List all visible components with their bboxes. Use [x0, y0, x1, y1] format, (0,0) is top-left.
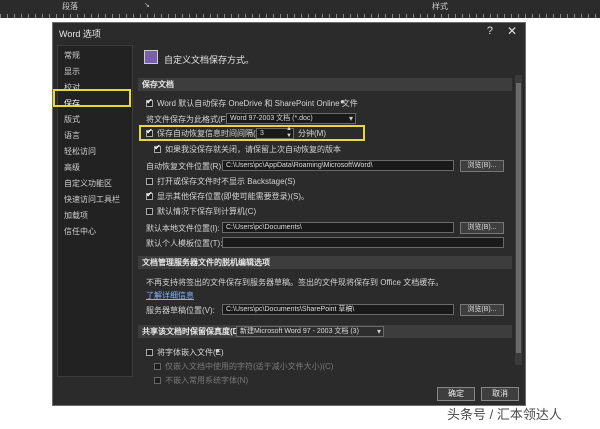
keep-last-version-label: 如果我没保存就关闭，请保留上次自动恢复的版本	[165, 145, 341, 154]
embed-used-only-label: 仅嵌入文档中使用的字符(适于减小文件大小)(C)	[165, 362, 334, 371]
section-header-save-docs: 保存文档	[138, 78, 512, 91]
page-heading: 自定义文档保存方式。	[164, 55, 255, 65]
drafts-location-label: 服务器草稿位置(V):	[146, 306, 215, 315]
sidebar-item-advanced[interactable]: 高级	[64, 162, 80, 173]
template-location-label: 默认个人模板位置(T):	[146, 239, 223, 248]
embed-fonts-label: 将字体嵌入文件(E)	[157, 348, 224, 357]
local-location-label: 默认本地文件位置(I):	[146, 224, 220, 233]
dialog-title: Word 选项	[59, 29, 101, 39]
question-icon[interactable]: ?	[487, 25, 493, 37]
scroll-thumb[interactable]	[516, 83, 521, 353]
dialog-launcher-icon[interactable]: ↘	[144, 1, 150, 9]
autorecover-label: 保存自动恢复信息时间间隔(A)	[157, 129, 264, 138]
content-scrollbar[interactable]	[515, 75, 522, 365]
no-backstage-checkbox[interactable]	[146, 178, 153, 185]
dialog-titlebar: Word 选项 ? ✕	[53, 23, 525, 41]
autosave-label: Word 默认自动保存 OneDrive 和 SharePoint Online…	[157, 99, 358, 108]
embed-fonts-checkbox[interactable]	[146, 349, 153, 356]
ribbon-group-paragraph: 段落	[62, 2, 78, 11]
watermark: 头条号 / 汇本领达人	[447, 407, 562, 422]
info-icon-embed: ●	[215, 346, 220, 355]
template-location-input[interactable]	[222, 237, 504, 248]
word-ribbon: 段落 ↘ 样式	[0, 0, 600, 14]
format-select[interactable]: Word 97-2003 文档 (*.doc)	[226, 113, 356, 124]
ok-button[interactable]: 确定	[437, 387, 475, 401]
format-label: 将文件保存为此格式(F):	[146, 115, 231, 124]
sidebar-item-language[interactable]: 语言	[64, 130, 80, 141]
minutes-label: 分钟(M)	[298, 129, 326, 138]
section-header-offline: 文档管理服务器文件的脱机编辑选项	[138, 256, 512, 269]
show-more-locations-checkbox[interactable]	[146, 190, 153, 200]
sidebar-item-general[interactable]: 常规	[64, 50, 80, 61]
sidebar-item-accessibility[interactable]: 轻松访问	[64, 146, 96, 157]
autosave-checkbox[interactable]	[146, 97, 153, 107]
no-common-fonts-checkbox[interactable]	[154, 377, 161, 384]
cancel-button[interactable]: 取消	[481, 387, 519, 401]
default-save-pc-label: 默认情况下保存到计算机(C)	[157, 207, 257, 216]
sidebar-item-trust-center[interactable]: 信任中心	[64, 226, 96, 237]
sidebar-item-customize-ribbon[interactable]: 自定义功能区	[64, 178, 112, 189]
ribbon-group-styles: 样式	[432, 2, 448, 11]
learn-more-link[interactable]: 了解详细信息	[146, 290, 194, 301]
ruler	[0, 14, 600, 18]
embed-used-only-checkbox[interactable]	[154, 363, 161, 370]
fidelity-doc-select[interactable]: 新建Microsoft Word 97 - 2003 文档 (3)	[236, 326, 384, 337]
sidebar-item-layout[interactable]: 版式	[64, 114, 80, 125]
sidebar-item-display[interactable]: 显示	[64, 66, 80, 77]
save-icon	[144, 50, 158, 64]
recover-location-label: 自动恢复文件位置(R):	[146, 162, 224, 171]
highlight-box-save	[53, 89, 131, 107]
autorecover-checkbox[interactable]	[146, 127, 153, 137]
no-common-fonts-label: 不嵌入常用系统字体(N)	[165, 376, 249, 385]
no-backstage-label: 打开或保存文件时不显示 Backstage(S)	[157, 177, 296, 186]
default-save-pc-checkbox[interactable]	[146, 208, 153, 215]
show-more-locations-label: 显示其他保存位置(即使可能需要登录)(S)。	[157, 192, 309, 201]
local-location-input[interactable]: C:\Users\pc\Documents\	[222, 222, 454, 233]
drafts-location-input[interactable]: C:\Users\pc\Documents\SharePoint 草稿\	[222, 304, 454, 315]
sidebar-item-addins[interactable]: 加载项	[64, 210, 88, 221]
sidebar-item-quick-access[interactable]: 快速访问工具栏	[64, 194, 120, 205]
close-icon[interactable]: ✕	[507, 24, 517, 38]
info-icon: ●	[340, 97, 345, 106]
spin-up-icon[interactable]: ▲	[286, 126, 292, 132]
spin-down-icon[interactable]: ▼	[286, 133, 292, 139]
fidelity-label: 共享该文档时保留保真度(D):	[142, 327, 244, 336]
browse-drafts-button[interactable]: 浏览(B)...	[460, 304, 504, 316]
browse-recover-button[interactable]: 浏览(B)...	[460, 160, 504, 172]
recover-location-input[interactable]: C:\Users\pc\AppData\Roaming\Microsoft\Wo…	[222, 160, 454, 171]
browse-local-button[interactable]: 浏览(B)...	[460, 222, 504, 234]
offline-description: 不再支持将签出的文件保存到服务器草稿。签出的文件现将保存到 Office 文档缓…	[146, 278, 444, 287]
keep-last-version-checkbox[interactable]	[154, 143, 161, 153]
